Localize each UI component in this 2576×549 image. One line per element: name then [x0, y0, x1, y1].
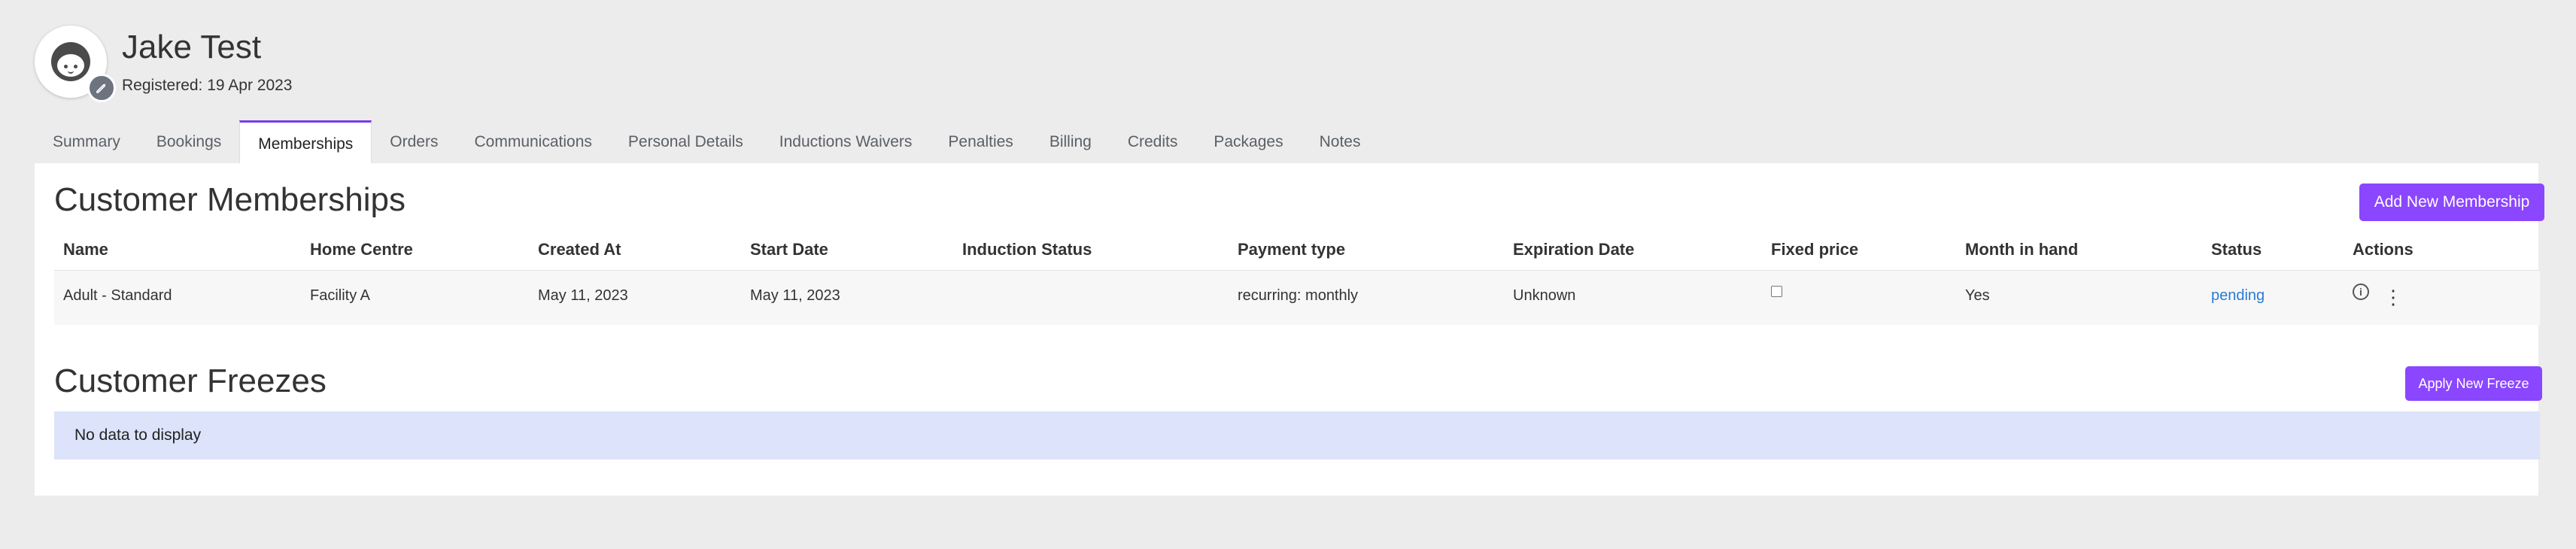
- tab-packages[interactable]: Packages: [1195, 120, 1301, 164]
- cell-name: Adult - Standard: [63, 287, 172, 304]
- pencil-icon: [96, 83, 106, 93]
- info-icon: i: [2353, 284, 2369, 300]
- tab-bookings[interactable]: Bookings: [138, 120, 239, 164]
- column-header-name[interactable]: Name: [63, 240, 108, 259]
- memberships-panel: Customer Memberships Add New Membership …: [35, 163, 2544, 496]
- cell-created-at: May 11, 2023: [538, 287, 628, 304]
- tab-orders[interactable]: Orders: [372, 120, 456, 164]
- empty-state-text: No data to display: [74, 426, 202, 444]
- cell-expiration-date: Unknown: [1513, 287, 1576, 304]
- tab-credits[interactable]: Credits: [1110, 120, 1196, 164]
- memberships-table: Name Home Centre Created At Start Date I…: [54, 231, 2540, 325]
- cell-month-in-hand: Yes: [1965, 287, 1990, 304]
- column-header-actions: Actions: [2353, 240, 2413, 259]
- column-header-status[interactable]: Status: [2211, 240, 2262, 259]
- tab-penalties[interactable]: Penalties: [930, 120, 1031, 164]
- table-row[interactable]: Adult - Standard Facility A May 11, 2023…: [54, 271, 2540, 325]
- add-membership-button[interactable]: Add New Membership: [2359, 184, 2544, 221]
- tab-memberships[interactable]: Memberships: [239, 120, 372, 165]
- column-header-induction-status[interactable]: Induction Status: [962, 240, 1092, 259]
- apply-freeze-button[interactable]: Apply New Freeze: [2405, 366, 2542, 401]
- memberships-title: Customer Memberships: [54, 181, 406, 218]
- column-header-home-centre[interactable]: Home Centre: [310, 240, 413, 259]
- column-header-month-in-hand[interactable]: Month in hand: [1965, 240, 2078, 259]
- freezes-title: Customer Freezes: [54, 362, 327, 399]
- edit-avatar-button[interactable]: [87, 74, 116, 102]
- tab-billing[interactable]: Billing: [1031, 120, 1110, 164]
- info-button[interactable]: i: [2353, 283, 2369, 300]
- fixed-price-checkbox[interactable]: [1771, 284, 1782, 302]
- column-header-start-date[interactable]: Start Date: [750, 240, 828, 259]
- user-avatar-icon: [51, 42, 90, 81]
- column-header-expiration-date[interactable]: Expiration Date: [1513, 240, 1634, 259]
- empty-state-banner: No data to display: [54, 411, 2540, 460]
- cell-start-date: May 11, 2023: [750, 287, 840, 304]
- customer-name: Jake Test: [122, 29, 262, 65]
- more-vertical-icon[interactable]: ⋮: [2383, 287, 2403, 307]
- tab-inductions-waivers[interactable]: Inductions Waivers: [761, 120, 931, 164]
- column-header-fixed-price[interactable]: Fixed price: [1771, 240, 1858, 259]
- tab-bar: Summary Bookings Memberships Orders Comm…: [35, 120, 1379, 165]
- column-header-payment-type[interactable]: Payment type: [1238, 240, 1345, 259]
- tab-summary[interactable]: Summary: [35, 120, 138, 164]
- customer-header: Jake Test Registered: 19 Apr 2023: [35, 26, 486, 102]
- tab-communications[interactable]: Communications: [456, 120, 609, 164]
- table-header: Name Home Centre Created At Start Date I…: [54, 231, 2540, 271]
- tab-notes[interactable]: Notes: [1302, 120, 1379, 164]
- cell-home-centre: Facility A: [310, 287, 371, 304]
- tab-personal-details[interactable]: Personal Details: [610, 120, 761, 164]
- status-link[interactable]: pending: [2211, 287, 2265, 305]
- column-header-created-at[interactable]: Created At: [538, 240, 621, 259]
- cell-payment-type: recurring: monthly: [1238, 287, 1359, 304]
- registered-date: Registered: 19 Apr 2023: [122, 77, 293, 94]
